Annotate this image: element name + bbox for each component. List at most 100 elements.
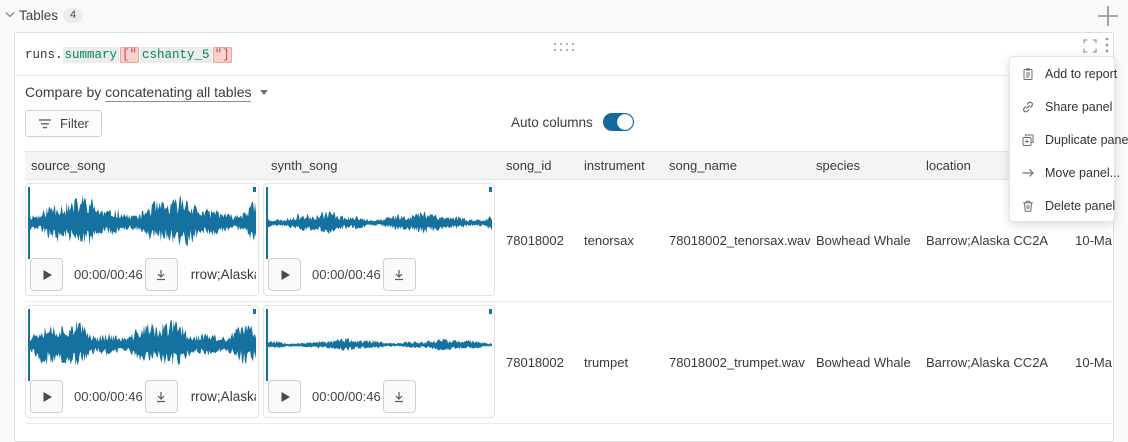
instrument-cell: tenorsax (579, 180, 663, 301)
column-header-instrument[interactable]: instrument (579, 152, 663, 179)
column-header-source-song[interactable]: source_song (25, 152, 263, 179)
compare-by-value: concatenating all tables (105, 84, 251, 100)
panel-expression-input[interactable]: runs.summary["cshanty_5"] (25, 46, 233, 66)
audio-player: 00:00/00:46 (263, 305, 495, 418)
song-name-cell: 78018002_trumpet.wav (663, 302, 813, 423)
date-cell: 10-Ma (1061, 302, 1113, 423)
waveform-end-tick (489, 309, 492, 314)
panel-divider (15, 75, 1113, 76)
drag-handle-dots-icon[interactable] (553, 42, 577, 52)
audio-time: 00:00/00:46 (312, 389, 381, 404)
audio-player: 00:00/00:46 rrow;Alaska CC (25, 183, 259, 296)
audio-time: 00:00/00:46 (74, 267, 143, 282)
chevron-down-icon[interactable] (5, 11, 15, 18)
waveform-end-tick (253, 187, 256, 192)
source-song-cell: 00:00/00:46 rrow;Alaska CC (25, 302, 263, 423)
audio-controls: 00:00/00:46 (268, 380, 492, 413)
report-icon (1021, 67, 1035, 81)
waveform-end-tick (253, 309, 256, 314)
play-button[interactable] (30, 258, 63, 291)
playhead-cursor (28, 187, 30, 259)
audio-player: 00:00/00:46 rrow;Alaska CC (25, 305, 259, 418)
menu-item-delete-panel[interactable]: Delete panel (1010, 189, 1114, 222)
synth-song-cell: 00:00/00:46 (263, 302, 499, 423)
waveform-end-tick (489, 187, 492, 192)
download-button[interactable] (383, 380, 416, 413)
column-header-song-id[interactable]: song_id (499, 152, 579, 179)
audio-caption: rrow;Alaska CC (191, 267, 256, 282)
menu-item-label: Duplicate panel (1045, 133, 1128, 147)
download-button[interactable] (145, 380, 178, 413)
instrument-cell: trumpet (579, 302, 663, 423)
compare-by-row: Compare by concatenating all tables (25, 84, 268, 100)
expression-runs-token: runs. (25, 48, 63, 62)
fullscreen-icon[interactable] (1083, 39, 1099, 55)
playhead-cursor (28, 309, 30, 381)
section-count-badge: 4 (63, 8, 83, 23)
menu-item-label: Delete panel (1045, 199, 1115, 213)
expression-close-bracket-token: "] (213, 47, 232, 63)
table-panel: runs.summary["cshanty_5"] Compare by con… (14, 32, 1114, 442)
waveform-scrubber[interactable] (266, 187, 492, 259)
audio-player: 00:00/00:46 (263, 183, 495, 296)
link-icon (1021, 100, 1035, 114)
species-cell: Bowhead Whale (813, 302, 923, 423)
column-header-synth-song[interactable]: synth_song (263, 152, 499, 179)
column-header-species[interactable]: species (813, 152, 923, 179)
panel-context-menu: Add to report Share panel Duplicate pane… (1009, 56, 1115, 222)
column-header-song-name[interactable]: song_name (663, 152, 813, 179)
data-table: source_song synth_song song_id instrumen… (25, 151, 1113, 424)
duplicate-icon (1021, 133, 1035, 147)
auto-columns-label: Auto columns (511, 115, 593, 130)
compare-by-dropdown[interactable]: concatenating all tables (105, 84, 251, 102)
expression-open-bracket-token: [" (120, 47, 139, 63)
location-cell: Barrow;Alaska CC2A (923, 302, 1061, 423)
menu-item-label: Share panel (1045, 100, 1112, 114)
audio-controls: 00:00/00:46 rrow;Alaska CC (30, 380, 256, 413)
species-cell: Bowhead Whale (813, 180, 923, 301)
waveform-scrubber[interactable] (28, 309, 256, 381)
waveform-scrubber[interactable] (266, 309, 492, 381)
song-name-cell: 78018002_tenorsax.wav (663, 180, 813, 301)
play-button[interactable] (30, 380, 63, 413)
waveform-scrubber[interactable] (28, 187, 256, 259)
table-row: 00:00/00:46 rrow;Alaska CC (25, 302, 1113, 424)
song-id-cell: 78018002 (499, 302, 579, 423)
download-button[interactable] (145, 258, 178, 291)
auto-columns-toggle[interactable] (603, 113, 634, 131)
toggle-knob (617, 114, 633, 130)
menu-item-move-panel[interactable]: Move panel... (1010, 156, 1114, 189)
move-arrow-icon (1021, 166, 1035, 180)
play-button[interactable] (268, 258, 301, 291)
caret-down-icon (260, 90, 268, 95)
menu-item-label: Move panel... (1045, 166, 1120, 180)
section-title[interactable]: Tables (19, 8, 58, 23)
menu-item-add-to-report[interactable]: Add to report (1010, 57, 1114, 90)
audio-caption: rrow;Alaska CC (191, 389, 256, 404)
trash-icon (1021, 199, 1035, 213)
filter-button[interactable]: Filter (25, 110, 102, 137)
expression-key-token: cshanty_5 (140, 47, 212, 63)
audio-controls: 00:00/00:46 (268, 258, 492, 291)
source-song-cell: 00:00/00:46 rrow;Alaska CC (25, 180, 263, 301)
play-button[interactable] (268, 380, 301, 413)
table-row: 00:00/00:46 rrow;Alaska CC (25, 180, 1113, 302)
playhead-cursor (266, 309, 268, 381)
expression-summary-token: summary (63, 47, 120, 63)
playhead-cursor (266, 187, 268, 259)
menu-item-share-panel[interactable]: Share panel (1010, 90, 1114, 123)
audio-controls: 00:00/00:46 rrow;Alaska CC (30, 258, 256, 291)
audio-time: 00:00/00:46 (74, 389, 143, 404)
kebab-menu-icon[interactable] (1105, 37, 1115, 55)
tables-section-header: Tables 4 (0, 0, 1128, 30)
synth-song-cell: 00:00/00:46 (263, 180, 499, 301)
add-panel-button[interactable] (1096, 4, 1120, 28)
song-id-cell: 78018002 (499, 180, 579, 301)
audio-time: 00:00/00:46 (312, 267, 381, 282)
table-header-row: source_song synth_song song_id instrumen… (25, 151, 1113, 180)
menu-item-duplicate-panel[interactable]: Duplicate panel (1010, 123, 1114, 156)
download-button[interactable] (383, 258, 416, 291)
filter-button-label: Filter (60, 116, 89, 131)
compare-by-label: Compare by (25, 84, 105, 100)
auto-columns-control: Auto columns (511, 113, 634, 131)
